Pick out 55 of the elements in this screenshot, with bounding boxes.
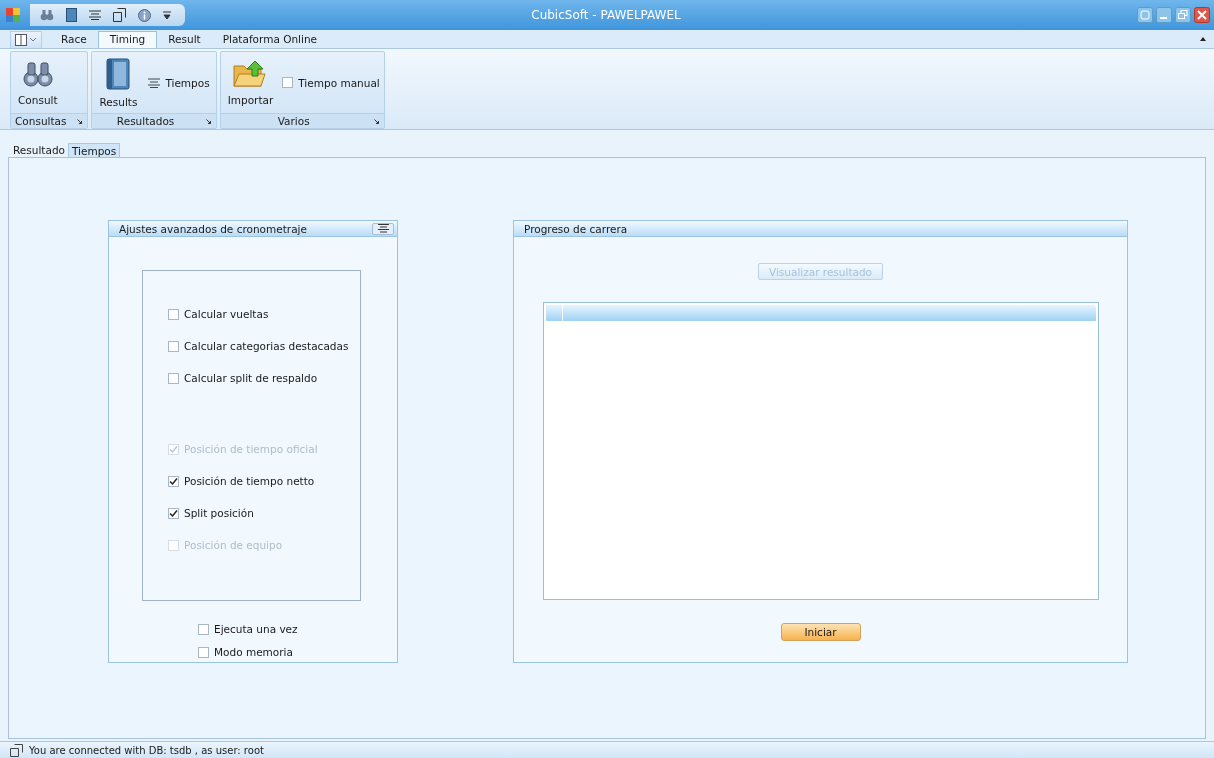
ribbon-button[interactable]: Importar <box>224 57 277 108</box>
binoculars-icon <box>22 59 53 88</box>
restore-icon[interactable] <box>1175 7 1191 23</box>
ribbon-button[interactable]: Consult <box>15 57 61 108</box>
checkbox-label: Calcular vueltas <box>184 307 269 322</box>
list-icon <box>148 77 161 88</box>
checkbox-label: Posición de equipo <box>184 538 283 553</box>
checkbox[interactable] <box>168 373 179 384</box>
group-label: Resultados <box>115 115 176 127</box>
checkbox[interactable] <box>168 476 179 487</box>
start-button[interactable]: Iniciar <box>780 623 861 641</box>
checkbox-label: Calcular split de respaldo <box>184 371 318 386</box>
dropdown-icon[interactable] <box>163 11 171 19</box>
ribbon-tab[interactable]: Plataforma Online <box>211 31 329 48</box>
folder-icon <box>233 59 268 88</box>
app-menu-button[interactable] <box>10 31 42 48</box>
group-label: Consultas <box>15 115 67 127</box>
checkbox[interactable] <box>168 508 179 519</box>
panel-menu-button[interactable] <box>372 222 394 235</box>
close-icon[interactable] <box>1194 7 1210 23</box>
ribbon-tab[interactable]: Timing <box>97 31 158 48</box>
app-icon[interactable] <box>6 8 20 22</box>
checkbox[interactable] <box>282 77 294 88</box>
list-icon[interactable] <box>89 10 101 20</box>
collapse-ribbon-icon[interactable] <box>1200 37 1206 41</box>
checkbox[interactable] <box>198 624 209 635</box>
ribbon-tab[interactable]: Race <box>50 31 98 48</box>
document-tab[interactable]: Tiempos <box>67 143 121 157</box>
binoculars-icon[interactable] <box>40 9 54 21</box>
checkbox-label: Posición de tiempo netto <box>184 474 315 489</box>
checkbox-label: Ejecuta una vez <box>214 622 298 637</box>
checkbox-label: Calcular categorias destacadas <box>184 339 349 354</box>
dialog-launcher-icon[interactable] <box>204 117 212 125</box>
ribbon-tab[interactable]: Result <box>157 31 212 48</box>
ribbon-button[interactable]: Results <box>96 55 141 110</box>
info-icon[interactable] <box>138 8 151 22</box>
checkbox[interactable] <box>168 341 179 352</box>
dialog-launcher-icon[interactable] <box>76 117 84 125</box>
status-text: You are connected with DB: tsdb , as user: root <box>29 744 264 756</box>
panel-title: Progreso de carrera <box>524 222 628 235</box>
window-title: CubicSoft - PAWELPAWEL <box>530 8 682 22</box>
checkbox[interactable] <box>168 309 179 320</box>
checkbox-label: Posición de tiempo oficial <box>184 442 318 457</box>
panel-title: Ajustes avanzados de cronometraje <box>119 222 307 235</box>
book-icon <box>106 57 131 90</box>
ribbon-button[interactable]: Tiempos <box>146 74 212 91</box>
checkbox[interactable] <box>198 647 209 658</box>
minimize-icon[interactable] <box>1156 7 1172 23</box>
dialog-launcher-icon[interactable] <box>372 117 380 125</box>
book-icon[interactable] <box>66 8 77 22</box>
document-tab[interactable]: Resultado <box>10 143 68 157</box>
checkbox-label: Tiempo manual <box>298 76 380 89</box>
checkbox-label: Split posición <box>184 506 254 521</box>
group-label: Varios <box>276 115 311 127</box>
checkbox-label: Modo memoria <box>214 645 293 660</box>
